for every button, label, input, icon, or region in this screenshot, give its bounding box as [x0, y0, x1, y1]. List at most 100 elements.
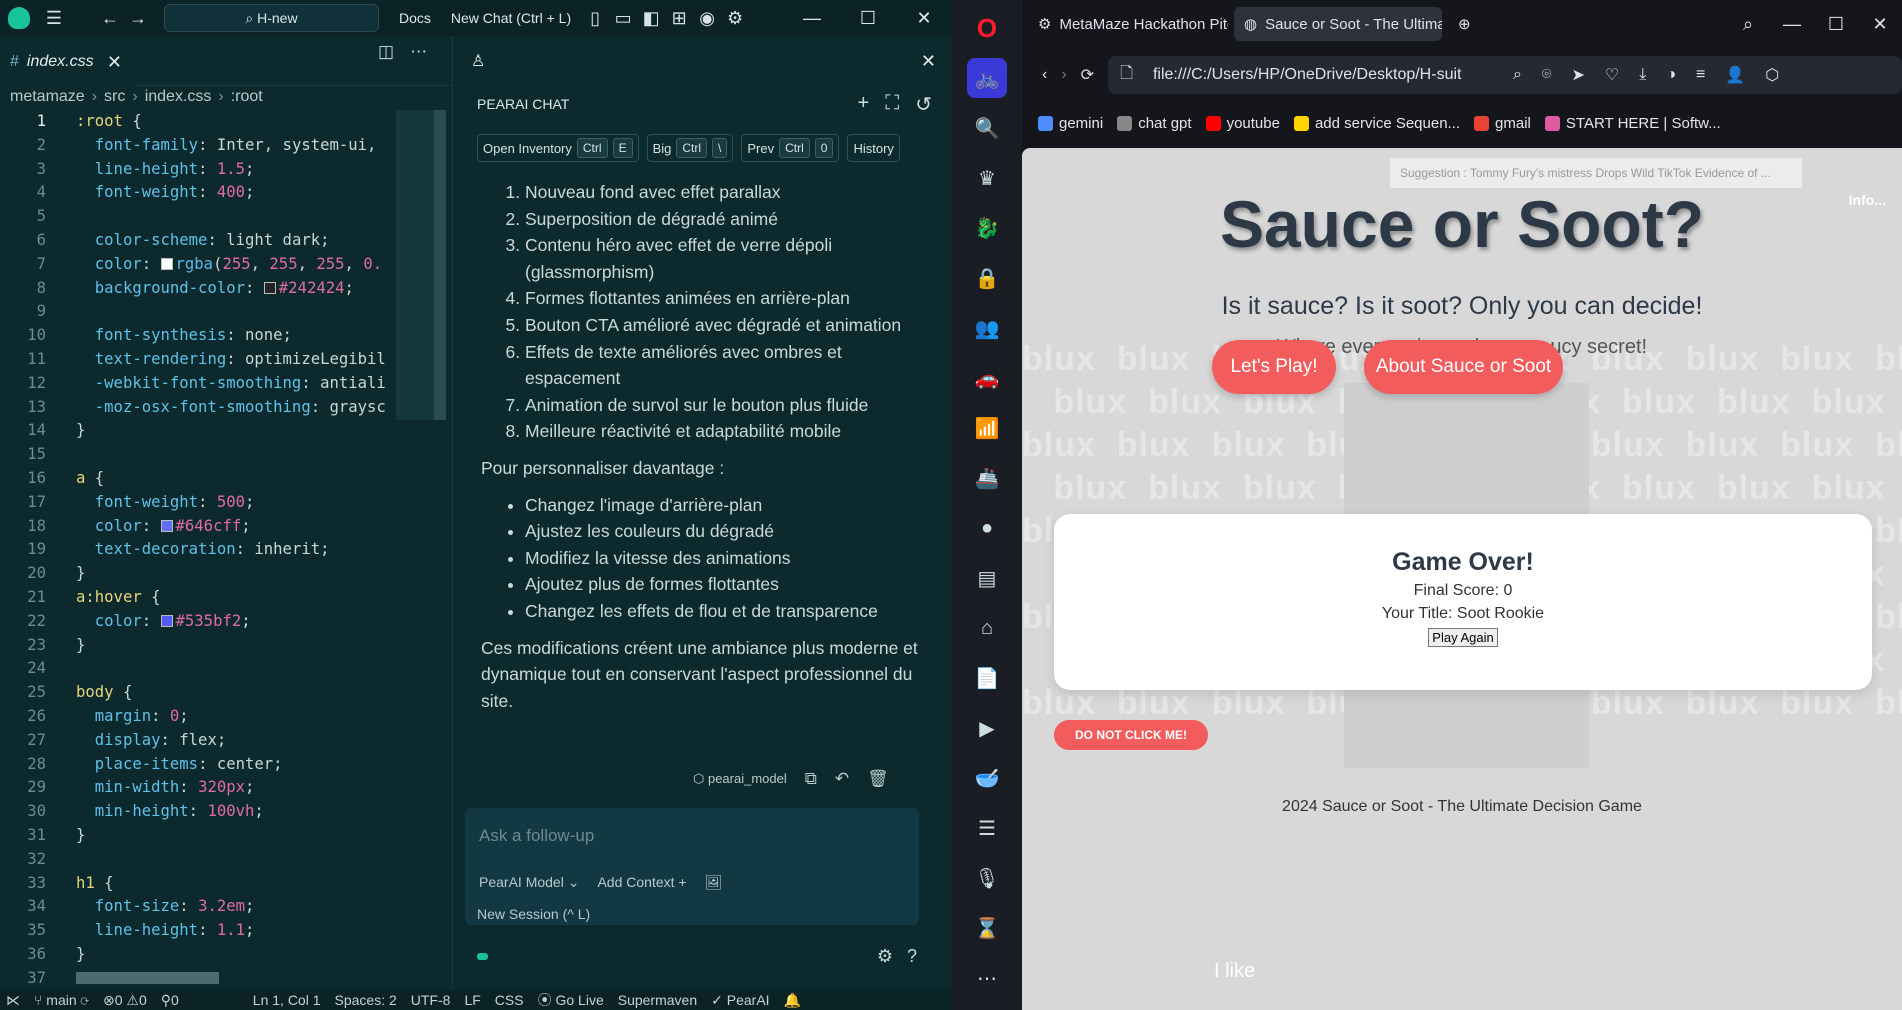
notifications-bell-icon[interactable]: 🔔 [784, 992, 801, 1009]
bookmark-item[interactable]: gmail [1474, 115, 1531, 132]
indentation-status[interactable]: Spaces: 2 [335, 992, 397, 1008]
image-upload-icon[interactable]: 🖼 [705, 874, 723, 891]
download-icon[interactable]: ⤓ [1639, 66, 1646, 84]
car-icon[interactable]: 🚗 [967, 358, 1007, 398]
go-live-button[interactable]: ⦿ Go Live [538, 990, 604, 1010]
new-chat-button[interactable]: New Chat (Ctrl + L) [451, 10, 571, 26]
breadcrumb-item[interactable]: metamaze [10, 88, 85, 106]
help-icon[interactable]: ? [907, 946, 917, 967]
new-tab-button[interactable]: ⊕ [1448, 7, 1481, 41]
toggle-panel-icon[interactable]: ▭ [609, 8, 637, 29]
list-icon[interactable]: ☰ [967, 808, 1007, 848]
lens-icon[interactable]: ⌕ [1513, 66, 1522, 84]
browser-minimize-button[interactable]: — [1770, 0, 1814, 48]
history-icon[interactable]: ↺ [915, 92, 932, 117]
trash-icon[interactable]: 🗑 [867, 769, 889, 789]
more-icon[interactable]: ⋯ [967, 958, 1007, 998]
pearai-status[interactable]: ✓ PearAI [711, 992, 769, 1009]
crown-icon[interactable]: ♛ [967, 158, 1007, 198]
breadcrumb-item[interactable]: :root [231, 88, 263, 106]
suggestion-banner[interactable]: Suggestion : Tommy Fury's mistress Drops… [1390, 158, 1802, 188]
extensions-icon[interactable]: ⬡ [1765, 65, 1779, 85]
code-editor[interactable]: 1:root {2 font-family: Inter, system-ui,… [0, 110, 440, 990]
bookmark-item[interactable]: chat gpt [1117, 115, 1192, 132]
problems-status[interactable]: ⊗0 ⚠0 [103, 992, 147, 1009]
lets-play-button[interactable]: Let's Play! [1212, 340, 1336, 394]
opera-logo-icon[interactable]: O [967, 8, 1007, 48]
close-tab-icon[interactable]: ✕ [107, 52, 122, 73]
color-swatch[interactable] [263, 282, 276, 295]
undo-icon[interactable]: ↶ [835, 769, 849, 789]
language-status[interactable]: CSS [495, 992, 524, 1008]
about-button[interactable]: About Sauce or Soot [1364, 340, 1563, 394]
send-icon[interactable]: ➤ [1572, 65, 1585, 85]
editor-scrollbar[interactable] [434, 110, 446, 420]
bowl-icon[interactable]: 🥣 [967, 758, 1007, 798]
add-context-button[interactable]: Add Context + [597, 874, 686, 891]
split-editor-icon[interactable]: ◫ [378, 42, 394, 62]
browser-search-icon[interactable]: ⌕ [1726, 0, 1770, 48]
color-swatch[interactable] [160, 520, 173, 533]
game-icon[interactable]: 🐉 [967, 208, 1007, 248]
close-panel-icon[interactable]: ✕ [921, 51, 936, 72]
encoding-status[interactable]: UTF-8 [411, 992, 451, 1008]
document-icon[interactable]: 📄 [967, 658, 1007, 698]
shortcut-chip[interactable]: Big Ctrl \ [646, 134, 734, 162]
layout-icon[interactable]: ⊞ [665, 8, 693, 29]
menu-icon[interactable]: ☰ [40, 8, 68, 29]
breadcrumb-item[interactable]: src [104, 88, 125, 106]
easy-setup-icon[interactable]: ≡ [1696, 66, 1705, 84]
toggle-secondary-sidebar-icon[interactable]: ◧ [637, 8, 665, 29]
toggle-sidebar-icon[interactable]: ▯ [581, 8, 609, 29]
account-icon[interactable]: ◉ [693, 8, 721, 29]
forward-icon[interactable]: › [1061, 66, 1066, 84]
breadcrumb-item[interactable]: index.css [145, 88, 212, 106]
copy-icon[interactable]: ⧉ [805, 769, 817, 789]
video-icon[interactable]: ▶ [967, 708, 1007, 748]
adblock-icon[interactable]: ◑ [1666, 66, 1676, 84]
ship-icon[interactable]: 🚢 [967, 458, 1007, 498]
chat-settings-gear-icon[interactable]: ⚙ [877, 946, 893, 967]
minimap[interactable] [396, 110, 436, 420]
forward-arrow-icon[interactable]: → [124, 8, 152, 29]
microphone-icon[interactable]: 🎙 [967, 858, 1007, 898]
branch-status[interactable]: ⑂ main ⟳ [34, 992, 89, 1008]
bike-icon[interactable]: 🚲 [967, 58, 1007, 98]
shortcut-chip[interactable]: History [847, 134, 900, 162]
minimize-button[interactable]: — [784, 0, 840, 36]
reload-icon[interactable]: ⟳ [1081, 65, 1094, 85]
address-field[interactable]: 🗋 file:///C:/Users/HP/OneDrive/Desktop/H… [1108, 56, 1902, 94]
tab-sauce-or-soot[interactable]: ◍ Sauce or Soot - The Ultima [1234, 7, 1442, 41]
hourglass-icon[interactable]: ⌛ [967, 908, 1007, 948]
remote-icon[interactable]: ⋉ [6, 992, 20, 1009]
play-again-button[interactable]: Play Again [1428, 628, 1498, 647]
cursor-position[interactable]: Ln 1, Col 1 [253, 992, 321, 1008]
dots-icon[interactable]: ● [967, 508, 1007, 548]
bookmark-item[interactable]: youtube [1205, 115, 1280, 132]
settings-gear-icon[interactable]: ⚙ [721, 8, 749, 29]
docs-button[interactable]: Docs [399, 10, 431, 26]
editor-horizontal-scrollbar[interactable] [76, 972, 219, 984]
color-swatch[interactable] [160, 615, 173, 628]
bookmark-item[interactable]: START HERE | Softw... [1544, 115, 1721, 132]
do-not-click-button[interactable]: DO NOT CLICK ME! [1054, 720, 1208, 750]
shortcut-chip[interactable]: Prev Ctrl 0 [741, 134, 840, 162]
tab-index-css[interactable]: # index.css ✕ [0, 36, 136, 86]
chart-icon[interactable]: 📶 [967, 408, 1007, 448]
color-swatch[interactable] [160, 258, 173, 271]
eol-status[interactable]: LF [464, 992, 480, 1008]
profile-icon[interactable]: 👤 [1725, 65, 1745, 85]
browser-close-button[interactable]: ✕ [1858, 0, 1902, 48]
bookmark-item[interactable]: gemini [1038, 115, 1103, 132]
maximize-button[interactable]: ☐ [840, 0, 896, 36]
heart-icon[interactable]: ♡ [1605, 65, 1619, 85]
home-icon[interactable]: ⌂ [967, 608, 1007, 648]
expand-icon[interactable]: ⛶ [885, 92, 899, 117]
model-select[interactable]: PearAI Model ⌄ [479, 874, 579, 891]
ports-status[interactable]: ⚲0 [161, 992, 179, 1009]
more-actions-icon[interactable]: ⋯ [410, 42, 427, 62]
command-search-input[interactable]: ⌕ H-new [164, 4, 379, 32]
shortcut-chip[interactable]: Open Inventory Ctrl E [477, 134, 639, 162]
people-icon[interactable]: 👥 [967, 308, 1007, 348]
new-session-button[interactable]: New Session (^ L) [477, 906, 590, 922]
